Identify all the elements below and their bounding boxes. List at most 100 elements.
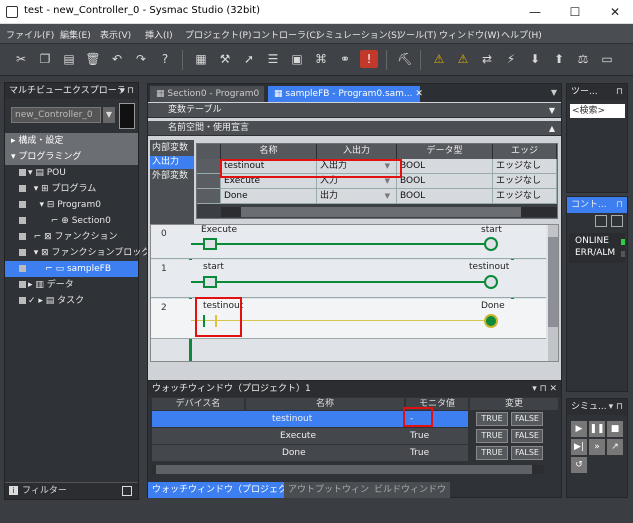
tree-programming[interactable]: ▾ プログラミング	[5, 149, 138, 165]
tree-pou[interactable]: ▾ ▤ POU	[5, 165, 138, 181]
filter-toggle-icon[interactable]	[122, 486, 132, 496]
ladder-vscroll[interactable]	[548, 225, 558, 361]
tree-section0[interactable]: ⌐ ⊕ Section0	[5, 213, 138, 229]
warning-icon[interactable]: ⚠	[430, 50, 448, 68]
menu-project[interactable]: プロジェクト(P)	[185, 28, 251, 41]
compare-icon[interactable]: ⚖	[574, 50, 592, 68]
cut-icon[interactable]: ✂	[12, 50, 30, 68]
coil-icon[interactable]	[484, 237, 498, 251]
warning2-icon[interactable]: ⚠	[454, 50, 472, 68]
coil-icon[interactable]	[484, 275, 498, 289]
tab-external-vars[interactable]: 外部変数	[150, 170, 194, 183]
row-handle[interactable]	[197, 159, 221, 174]
dropdown-icon[interactable]: ▼	[385, 174, 390, 188]
collapse-icon[interactable]	[611, 215, 623, 227]
col-device[interactable]: デバイス名	[152, 398, 244, 410]
col-monitor[interactable]: モニタ値	[406, 398, 468, 410]
tab-samplefb[interactable]: ▦ sampleFB - Program0.sam... ✕	[268, 86, 423, 102]
toolbox-search-input[interactable]: <検索>	[570, 104, 625, 118]
var-table-bar[interactable]: 変数テーブル ▼	[148, 103, 561, 118]
tab-close-icon[interactable]: ✕	[415, 89, 423, 99]
cell-io[interactable]: 入力 ▼	[317, 174, 397, 189]
tree-function[interactable]: ⌐ ⊠ ファンクション	[5, 229, 138, 245]
collapse-icon[interactable]: ▼	[549, 103, 555, 118]
close-button[interactable]: ✕	[600, 2, 630, 22]
controller-select[interactable]: new_Controller_0	[11, 107, 101, 123]
layout-icon[interactable]: ▦	[192, 50, 210, 68]
watch-scrollbar[interactable]	[152, 465, 544, 474]
rung-2[interactable]: 2 testinout Done	[151, 299, 546, 339]
tab-list-icon[interactable]: ▼	[551, 88, 557, 97]
tree-function-block[interactable]: ▾ ⊠ ファンクションブロック	[5, 245, 150, 261]
delete-icon[interactable]: 🗑	[84, 50, 102, 68]
tree-samplefb[interactable]: ⌐ ▭ sampleFB	[5, 261, 138, 277]
cell-name[interactable]: Done	[221, 189, 317, 204]
tab-section0[interactable]: ▦ Section0 - Program0	[150, 86, 264, 102]
step-over-icon[interactable]: »	[589, 439, 605, 455]
rung-0[interactable]: 0 Execute start	[151, 225, 546, 259]
false-button[interactable]: FALSE	[511, 412, 543, 426]
watch-pin-icon[interactable]: ▾ ⊓ ✕	[532, 381, 557, 397]
row-handle[interactable]	[197, 189, 221, 204]
menu-simulation[interactable]: シミュレーション(S)	[316, 28, 400, 41]
step-icon[interactable]: ▶|	[571, 439, 587, 455]
monitor-icon[interactable]: ▭	[598, 50, 616, 68]
contact-icon[interactable]	[203, 238, 217, 250]
tab-inout-vars[interactable]: 入出力	[150, 156, 194, 169]
coil-icon[interactable]	[484, 314, 498, 328]
pause-icon[interactable]: ❚❚	[589, 421, 605, 437]
col-io[interactable]: 入出力	[317, 144, 397, 159]
build-icon[interactable]: ⛏	[396, 50, 414, 68]
step-out-icon[interactable]: ↗	[607, 439, 623, 455]
tab-build[interactable]: ビルドウィンドウ	[370, 482, 451, 498]
cell-edge[interactable]: エッジなし	[493, 189, 557, 204]
undo-icon[interactable]: ↶	[108, 50, 126, 68]
pin-icon[interactable]: ⊓	[616, 197, 623, 213]
dropdown-icon[interactable]: ▼	[385, 159, 390, 173]
menu-tools[interactable]: ツール(T)	[397, 28, 437, 41]
binoculars-icon[interactable]: ⚭	[336, 50, 354, 68]
menu-controller[interactable]: コントローラ(C)	[252, 28, 319, 41]
menu-file[interactable]: ファイル(F)	[6, 28, 54, 41]
transfer-icon[interactable]: ⇄	[478, 50, 496, 68]
col-watch-name[interactable]: 名称	[246, 398, 404, 410]
cell-edge[interactable]: エッジなし	[493, 159, 557, 174]
tab-internal-vars[interactable]: 内部変数	[150, 142, 194, 155]
cell-io[interactable]: 出力 ▼	[317, 189, 397, 204]
cell-io[interactable]: 入出力 ▼	[317, 159, 397, 174]
arrow-icon[interactable]: ➚	[240, 50, 258, 68]
menu-help[interactable]: ヘルプ(H)	[501, 28, 542, 41]
contact-icon[interactable]	[203, 276, 217, 288]
minimize-button[interactable]: —	[520, 2, 550, 22]
watch-row[interactable]: Done True	[152, 445, 468, 461]
chevron-down-icon[interactable]: ▼	[103, 107, 115, 123]
network-icon[interactable]: ⌘	[312, 50, 330, 68]
paste-icon[interactable]: ▤	[60, 50, 78, 68]
expand-icon[interactable]	[595, 215, 607, 227]
tree-config[interactable]: ▸ 構成・設定	[5, 133, 138, 149]
true-button[interactable]: TRUE	[476, 429, 508, 443]
false-button[interactable]: FALSE	[511, 429, 543, 443]
copy-icon[interactable]: ❐	[36, 50, 54, 68]
cell-name[interactable]: testinout	[221, 159, 317, 174]
grid-scrollbar[interactable]	[221, 207, 557, 217]
menu-insert[interactable]: 挿入(I)	[145, 28, 173, 41]
cell-name[interactable]: Execute	[221, 174, 317, 189]
online-icon[interactable]: ⚡	[502, 50, 520, 68]
true-button[interactable]: TRUE	[476, 412, 508, 426]
download-icon[interactable]: ⬇	[526, 50, 544, 68]
namespace-bar[interactable]: 名前空間・使用宣言 ▲	[148, 121, 561, 136]
pin-icon[interactable]: ▾ ⊓	[609, 399, 623, 415]
rung-1[interactable]: 1 start testinout	[151, 260, 546, 298]
menu-edit[interactable]: 編集(E)	[60, 28, 91, 41]
maximize-button[interactable]: ☐	[560, 2, 590, 22]
pin-icon[interactable]: ▾ ⊓	[120, 83, 134, 99]
stop-sim-icon[interactable]: ■	[607, 421, 623, 437]
help-icon[interactable]: ?	[156, 50, 174, 68]
tree-program0[interactable]: ▾ ⊟ Program0	[5, 197, 138, 213]
true-button[interactable]: TRUE	[476, 446, 508, 460]
menu-view[interactable]: 表示(V)	[100, 28, 131, 41]
row-handle[interactable]	[197, 174, 221, 189]
tree-program[interactable]: ▾ ⊞ プログラム	[5, 181, 138, 197]
menu-window[interactable]: ウィンドウ(W)	[439, 28, 500, 41]
